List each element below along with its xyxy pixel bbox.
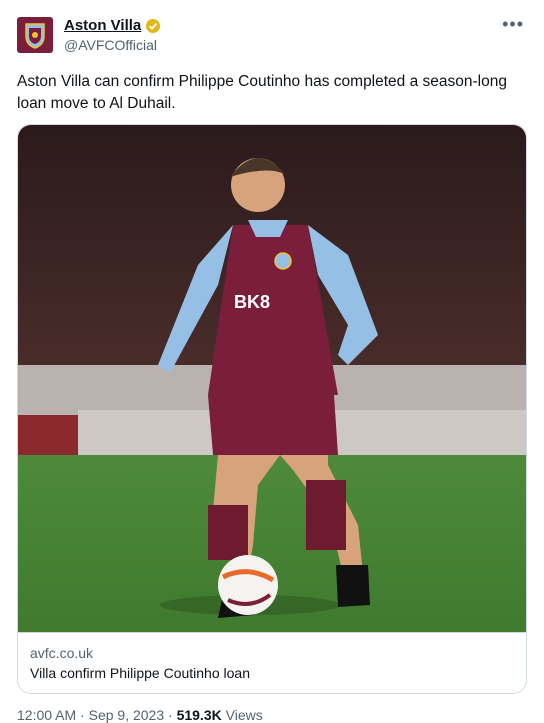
views-count: 519.3K [176,707,222,723]
tweet-text: Aston Villa can confirm Philippe Coutinh… [17,73,507,112]
account-handle[interactable]: @AVFCOfficial [64,37,157,53]
more-options-icon[interactable]: ••• [502,14,524,35]
card-info[interactable]: avfc.co.uk Villa confirm Philippe Coutin… [18,632,526,693]
link-card[interactable]: BK8 avfc.co.uk Villa confirm Philippe Co… [17,124,527,694]
meta-separator: · [80,707,85,723]
card-title: Villa confirm Philippe Coutinho loan [30,665,250,681]
avatar[interactable] [17,17,53,53]
shirt-sponsor: BK8 [234,292,270,312]
views-label: Views [225,707,263,723]
account-name[interactable]: Aston Villa [64,17,161,34]
card-photo: BK8 [18,125,526,632]
villa-crest-icon [25,23,45,49]
tweet-time[interactable]: 12:00 AM [17,707,76,723]
meta-separator: · [168,707,173,723]
card-domain: avfc.co.uk [30,645,94,661]
account-name-text: Aston Villa [64,17,142,34]
tweet-meta: 12:00 AM · Sep 9, 2023 · 519.3K Views [17,707,263,723]
verified-badge-icon [146,18,161,33]
tweet-date[interactable]: Sep 9, 2023 [89,707,165,723]
